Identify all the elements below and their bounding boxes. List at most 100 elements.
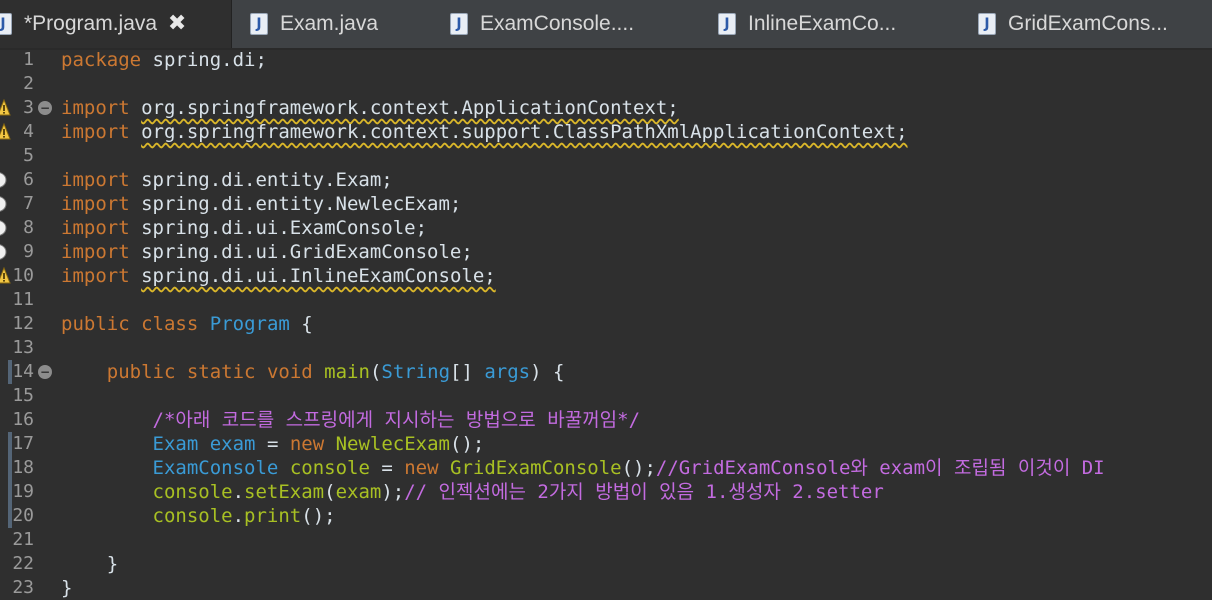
line-number: 5 — [23, 145, 34, 166]
java-file-icon: J — [0, 13, 12, 35]
close-tab-icon[interactable]: ✖ — [167, 13, 187, 35]
tab-label: *Program.java — [24, 12, 158, 35]
code-token: console — [152, 481, 233, 503]
annotation-marker-icon[interactable] — [0, 194, 8, 214]
line-number: 17 — [12, 433, 34, 454]
code-line[interactable]: Exam exam = new NewlecExam(); — [61, 432, 485, 456]
code-token: //GridExamConsole와 exam이 조립됨 이것이 DI — [655, 457, 1105, 479]
code-token: } — [61, 577, 73, 599]
code-line[interactable]: console.print(); — [61, 504, 336, 528]
java-file-icon: J — [978, 13, 996, 35]
code-token: GridExamConsole — [450, 457, 622, 479]
tab-label: ExamConsole.... — [480, 12, 635, 35]
line-number: 2 — [23, 73, 34, 94]
code-token: = — [369, 457, 405, 479]
line-number: 13 — [12, 337, 34, 358]
code-token: class — [141, 313, 199, 335]
tab-examjava[interactable]: J Exam.java — [232, 0, 432, 48]
tab-gridexamcons[interactable]: J GridExamCons... — [960, 0, 1212, 48]
code-token: } — [61, 553, 119, 575]
code-token: (); — [621, 457, 656, 479]
collapse-fold-icon[interactable]: − — [38, 101, 52, 115]
code-token: public — [106, 361, 176, 383]
line-number: 12 — [12, 313, 34, 334]
line-number: 23 — [12, 577, 34, 598]
code-token: print — [244, 505, 302, 527]
code-line[interactable]: import spring.di.entity.NewlecExam; — [61, 192, 461, 216]
code-token: new — [404, 457, 439, 479]
code-token: String — [381, 361, 451, 383]
code-line[interactable]: import spring.di.ui.InlineExamConsole; — [61, 264, 496, 288]
line-number: 18 — [12, 457, 34, 478]
warning-icon[interactable] — [0, 123, 11, 141]
code-token: spring.di; — [141, 50, 267, 71]
line-number: 1 — [23, 50, 34, 70]
annotation-marker-icon[interactable] — [0, 218, 8, 238]
annotation-marker-icon[interactable] — [0, 170, 8, 190]
java-file-icon: J — [250, 13, 268, 35]
code-line[interactable]: public class Program { — [61, 312, 313, 336]
tab-label: InlineExamCo... — [748, 12, 897, 35]
code-line[interactable]: public static void main(String[] args) { — [61, 360, 565, 384]
code-token: // 인젝션에는 2가지 방법이 있음 1.생성자 2.setter — [404, 481, 884, 503]
code-token: package — [61, 50, 142, 71]
code-token: ); — [381, 481, 405, 503]
code-line[interactable]: import org.springframework.context.Appli… — [61, 96, 679, 120]
warning-icon[interactable] — [0, 99, 11, 117]
code-token: import — [61, 217, 130, 239]
collapse-fold-icon[interactable]: − — [38, 365, 52, 379]
line-number: 20 — [12, 505, 34, 526]
editor-tab-bar: J *Program.java ✖ J Exam.java J ExamConsole...… — [0, 0, 1212, 50]
code-token: org.springframework.context.ApplicationC… — [141, 97, 679, 119]
code-token: spring.di.entity.NewlecExam; — [129, 193, 462, 215]
code-token: = — [255, 433, 290, 455]
tab-inlineexamco[interactable]: J InlineExamCo... — [700, 0, 960, 48]
code-line[interactable]: import spring.di.entity.Exam; — [61, 168, 393, 192]
code-token: import — [61, 193, 130, 215]
code-line[interactable]: import org.springframework.context.suppo… — [61, 120, 908, 144]
code-line[interactable]: import spring.di.ui.GridExamConsole; — [61, 240, 473, 264]
java-file-icon: J — [450, 13, 468, 35]
code-token: public — [61, 313, 130, 335]
code-line[interactable]: /*아래 코드를 스프링에게 지시하는 방법으로 바꿀꺼임*/ — [61, 408, 641, 432]
tab-label: Exam.java — [280, 12, 379, 35]
code-token: [] — [450, 361, 485, 383]
code-token: import — [61, 241, 130, 263]
warning-icon[interactable] — [0, 267, 11, 285]
code-token: import — [61, 169, 130, 191]
code-token: (); — [301, 505, 336, 527]
code-editor[interactable]: 1 2 3−4 5 6 7 8 9 10 11 12 13 14−15 16 17 18 19 20 21 22 23 … — [0, 50, 1212, 600]
code-token: spring.di.entity.Exam; — [129, 169, 393, 191]
code-line[interactable]: } — [61, 552, 118, 576]
tab-programjava[interactable]: J *Program.java ✖ — [0, 0, 232, 48]
code-token: ( — [369, 361, 382, 383]
annotation-marker-icon[interactable] — [0, 242, 8, 262]
code-line[interactable]: import spring.di.ui.ExamConsole; — [61, 216, 427, 240]
tab-examconsole[interactable]: J ExamConsole.... — [432, 0, 700, 48]
code-token: ) { — [530, 361, 565, 383]
line-number: 22 — [12, 553, 34, 574]
code-token: (); — [450, 433, 485, 455]
java-file-icon: J — [718, 13, 736, 35]
code-token: org.springframework.context.support.Clas… — [141, 121, 908, 143]
code-token: exam — [335, 481, 382, 503]
code-token: spring.di.ui.InlineExamConsole; — [141, 265, 496, 287]
code-area[interactable]: package spring.di; import org.springframe… — [61, 50, 1212, 600]
code-line[interactable]: console.setExam(exam);// 인젝션에는 2가지 방법이 있… — [61, 480, 884, 504]
code-token: { — [289, 313, 313, 335]
line-number: 14 — [12, 361, 34, 382]
code-line[interactable]: } — [61, 576, 72, 600]
code-line[interactable]: package spring.di; — [61, 50, 267, 72]
code-line[interactable]: ExamConsole console = new GridExamConsol… — [61, 456, 1105, 480]
code-token: import — [61, 97, 130, 119]
